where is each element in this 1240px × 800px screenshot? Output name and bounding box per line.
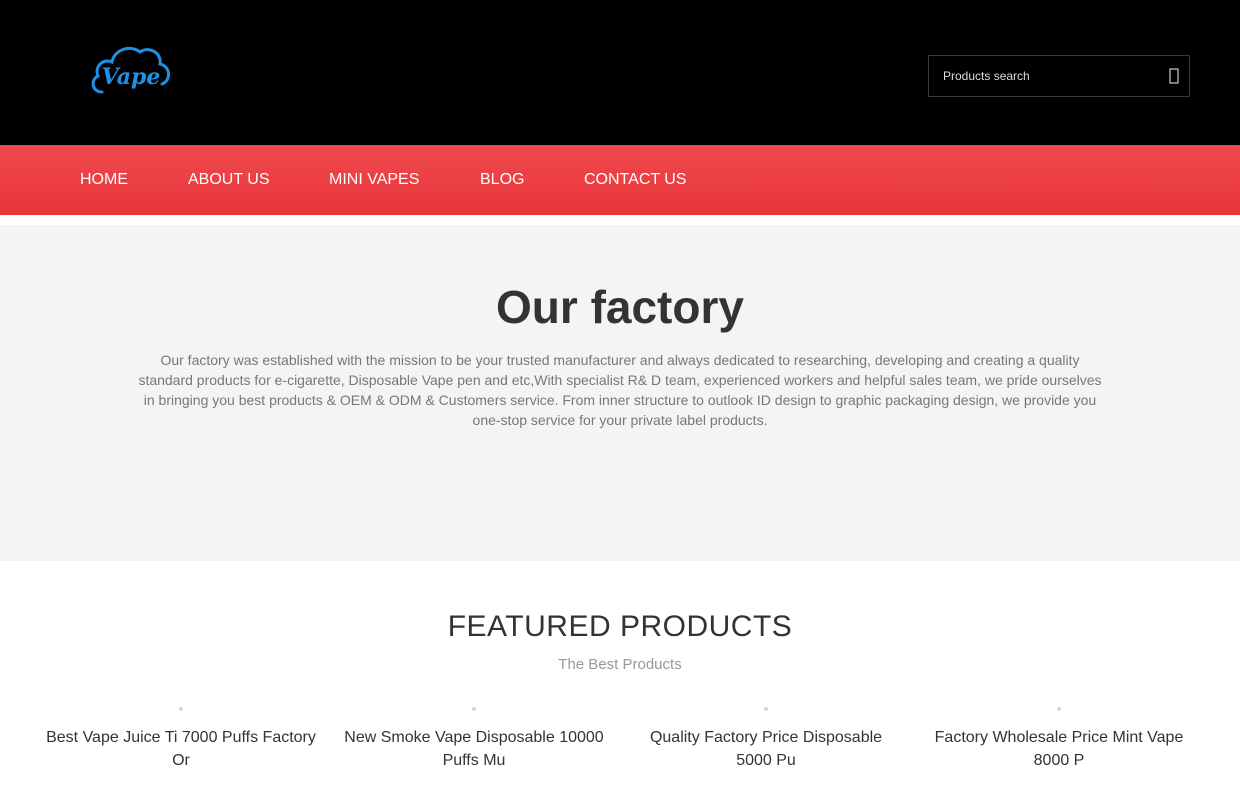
site-header: Vape	[0, 0, 1240, 145]
search-icon	[1169, 68, 1179, 84]
factory-section: Our factory Our factory was established …	[0, 225, 1240, 561]
nav-item-blog[interactable]: BLOG	[480, 171, 524, 189]
cloud-logo-icon: Vape	[91, 46, 170, 94]
search-input[interactable]	[929, 56, 1149, 96]
product-name[interactable]: Quality Factory Price Disposable 5000 Pu	[631, 726, 901, 772]
product-card[interactable]: New Smoke Vape Disposable 10000 Puffs Mu	[339, 707, 609, 772]
nav-item-about-us[interactable]: ABOUT US	[188, 171, 270, 189]
product-card[interactable]: Factory Wholesale Price Mint Vape 8000 P	[924, 707, 1194, 772]
nav-item-mini-vapes[interactable]: MINI VAPES	[329, 171, 419, 189]
logo-text: Vape	[102, 64, 161, 90]
main-nav: HOME ABOUT US MINI VAPES BLOG CONTACT US	[0, 145, 1240, 215]
product-name[interactable]: Best Vape Juice Ti 7000 Puffs Factory Or	[46, 726, 316, 772]
product-image-placeholder[interactable]	[764, 707, 768, 711]
product-image-placeholder[interactable]	[472, 707, 476, 711]
product-card[interactable]: Best Vape Juice Ti 7000 Puffs Factory Or	[46, 707, 316, 772]
factory-description: Our factory was established with the mis…	[138, 352, 1102, 428]
product-name[interactable]: Factory Wholesale Price Mint Vape 8000 P	[924, 726, 1194, 772]
product-image-placeholder[interactable]	[179, 707, 183, 711]
product-card[interactable]: Quality Factory Price Disposable 5000 Pu	[631, 707, 901, 772]
featured-title: FEATURED PRODUCTS	[447, 610, 793, 643]
divider	[0, 215, 1240, 225]
site-logo[interactable]: Vape	[88, 44, 174, 102]
search-button[interactable]	[1167, 66, 1183, 86]
nav-item-contact-us[interactable]: CONTACT US	[584, 171, 687, 189]
product-name[interactable]: New Smoke Vape Disposable 10000 Puffs Mu	[339, 726, 609, 772]
search-box	[928, 55, 1190, 97]
nav-item-home[interactable]: HOME	[80, 171, 128, 189]
featured-subtitle: The Best Products	[558, 656, 682, 673]
factory-title: Our factory	[496, 281, 744, 333]
product-image-placeholder[interactable]	[1057, 707, 1061, 711]
